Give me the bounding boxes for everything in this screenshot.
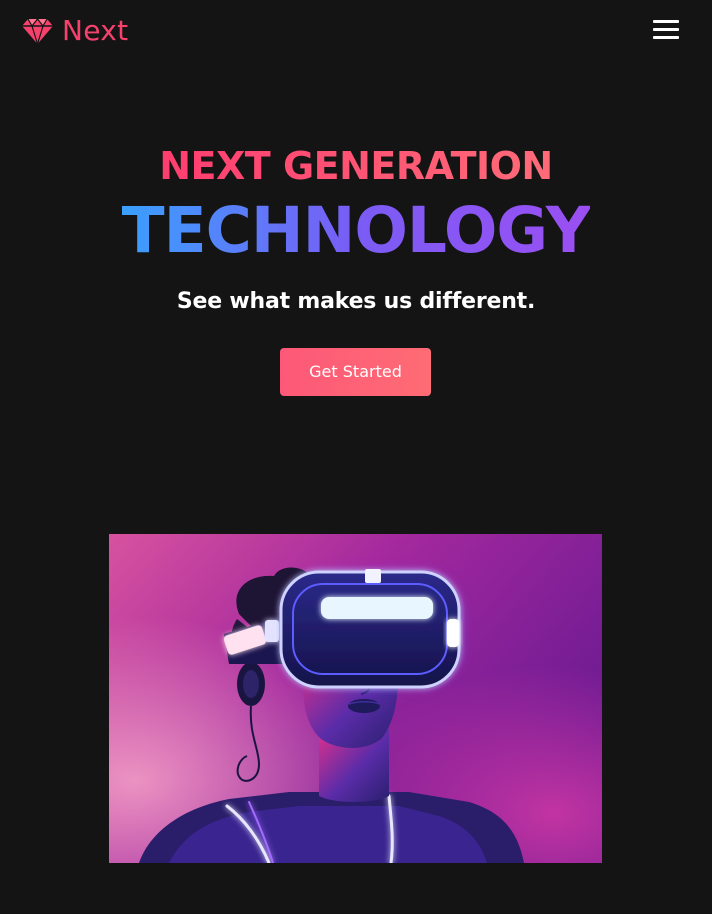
hero-image [109,534,602,863]
hero-tagline: See what makes us different. [176,289,536,314]
hamburger-menu-icon[interactable] [647,14,681,46]
hero-heading-line1: NEXT GENERATION [0,140,712,192]
vr-headset-portrait-image [109,534,602,863]
hero-heading-line2-text: TECHNOLOGY [121,194,592,267]
get-started-button[interactable]: Get Started [280,348,431,396]
brand-logo-link[interactable]: Next [21,14,128,47]
navbar: Next [0,0,712,70]
diamond-icon [22,18,53,47]
brand-name: Next [62,14,129,47]
hero-heading-line2: TECHNOLOGY [0,191,712,271]
hero-heading-line1-text: NEXT GENERATION [159,144,553,188]
